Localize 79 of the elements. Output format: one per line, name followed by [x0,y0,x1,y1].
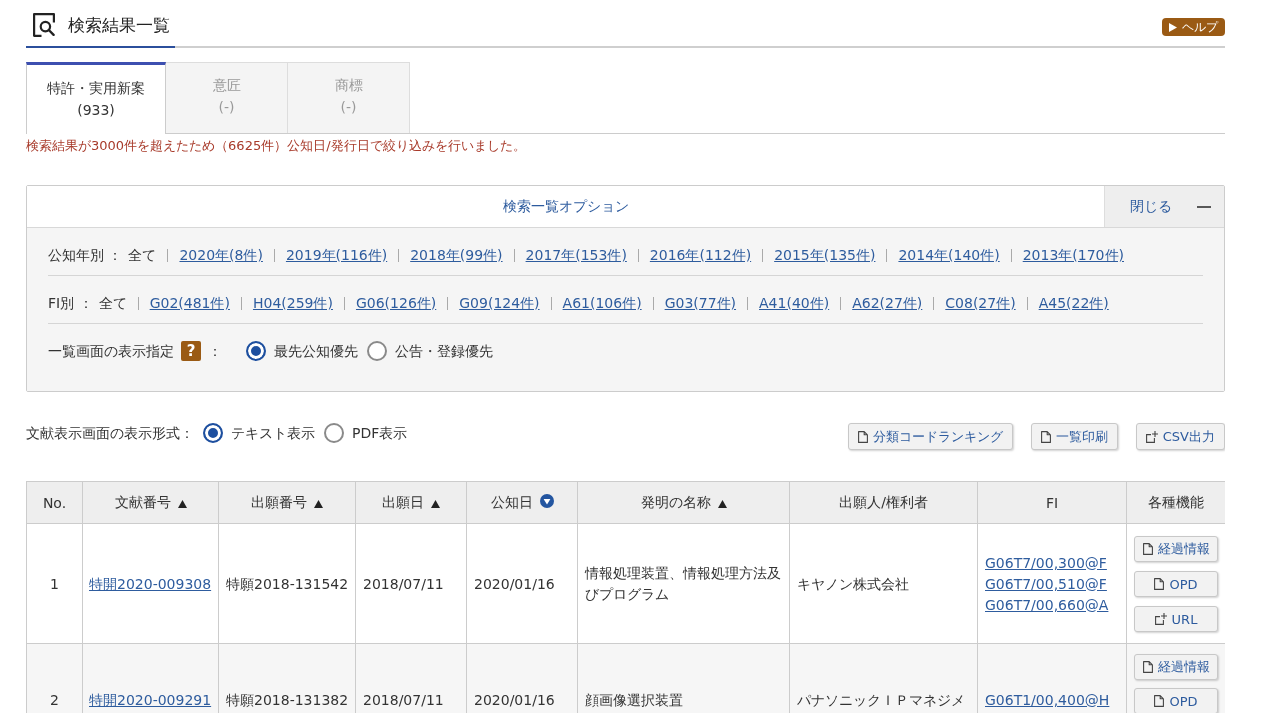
filter-link[interactable]: 2020年(8件) [179,245,263,265]
filter-link[interactable]: 2018年(99件) [410,245,503,265]
row-action-button[interactable]: OPD [1134,571,1218,597]
label-colon: ： [208,342,222,361]
filter-link[interactable]: C08(27件) [945,293,1016,313]
filter-link[interactable]: 2015年(135件) [774,245,876,265]
collapse-button[interactable]: 閉じる [1104,186,1224,227]
radio-label[interactable]: 公告・登録優先 [395,341,493,361]
column-header[interactable]: 発明の名称 [577,481,790,524]
fi-code-link[interactable]: G06T1/00,400@H [985,692,1110,708]
radio-label[interactable]: テキスト表示 [231,423,315,443]
filter-link[interactable]: G06(126件) [355,293,437,313]
document-icon [1142,661,1153,673]
tab[interactable]: 特許・実用新案 (933) [26,62,166,134]
filter-link[interactable]: 2019年(116件) [285,245,388,265]
document-icon [857,430,868,443]
table-cell: 2020/01/16 [466,523,578,644]
fi-code-link[interactable]: G06T7/00,660@A [985,596,1109,613]
filter-link[interactable]: 2016年(112件) [649,245,752,265]
column-header[interactable]: 出願番号 [218,481,356,524]
box-plus-icon [1154,613,1167,625]
column-header: 各種機能 [1126,481,1225,524]
column-header[interactable]: 文献番号 [82,481,219,524]
column-header: 出願人/権利者 [789,481,978,524]
filter-label: FI別 ： [48,294,93,313]
radio-button[interactable] [367,341,387,361]
tool-button[interactable]: 分類コードランキング [847,423,1013,450]
filter-link[interactable]: G03(77件) [664,293,737,313]
format-label: 文献表示画面の表示形式： [26,424,194,443]
radio-button[interactable] [203,423,223,443]
column-header[interactable]: 出願日 [355,481,467,524]
fi-code-link[interactable]: G06T7/00,510@F [985,575,1107,592]
row-action-button[interactable]: 経過情報 [1134,654,1218,680]
radio-label[interactable]: 最先公知優先 [274,341,358,361]
table-cell: 2018/07/11 [355,523,467,644]
radio-label[interactable]: PDF表示 [352,423,408,443]
filter-link[interactable]: A61(106件) [562,293,642,313]
table-cell: キヤノン株式会社 [789,523,978,644]
document-link[interactable]: 特開2020-009308 [89,575,212,592]
filter-link[interactable]: A41(40件) [759,293,830,313]
notice-message: 検索結果が3000件を超えたため（6625件）公知日/発行日で絞り込みを行いました。 [26,137,527,155]
document-icon [1040,430,1051,443]
filter-link[interactable]: 2014年(140件) [898,245,1000,265]
filter-link[interactable]: H04(259件) [252,293,333,313]
row-action-button[interactable]: OPD [1134,688,1218,713]
document-icon [1142,543,1153,555]
filter-link[interactable]: G02(481件) [149,293,230,313]
table-cell: 1 [26,523,83,644]
play-icon [1169,22,1177,32]
filter-link[interactable]: G09(124件) [459,293,540,313]
filter-link[interactable]: A45(22件) [1038,293,1109,313]
box-plus-icon [1145,430,1158,443]
question-button[interactable]: ? [181,341,201,361]
column-header: No. [26,481,83,524]
table-cell: 2 [26,643,83,713]
row-action-button[interactable]: URL [1134,606,1218,632]
row-action-button[interactable]: 経過情報 [1134,536,1218,562]
search-icon [33,13,55,37]
column-header[interactable]: 公知日 [466,481,578,524]
table-cell: 情報処理装置、情報処理方法及びプログラム [577,523,790,644]
filter-link[interactable]: 2017年(153件) [525,245,627,265]
fi-code-link[interactable]: G06T7/00,300@F [985,554,1107,571]
radio-button[interactable] [246,341,266,361]
document-icon [1154,578,1165,590]
page-title: 検索結果一覧 [68,14,170,36]
radio-button[interactable] [324,423,344,443]
help-button[interactable]: ヘルプ [1162,18,1225,36]
column-header: FI [977,481,1127,524]
filter-link[interactable]: A62(27件) [852,293,923,313]
setting-label: 一覧画面の表示指定 [48,342,174,361]
panel-title: 検索一覧オプション [502,197,629,216]
filter-current: 全て [98,294,127,313]
tool-button[interactable]: 一覧印刷 [1030,423,1118,450]
filter-label: 公知年別 ： [48,246,123,265]
tool-button[interactable]: CSV出力 [1135,423,1225,450]
table-cell: 特願2018-131542 [218,523,356,644]
filter-link[interactable]: 2013年(170件) [1022,245,1124,265]
filter-current: 全て [128,246,157,265]
document-icon [1154,695,1165,707]
